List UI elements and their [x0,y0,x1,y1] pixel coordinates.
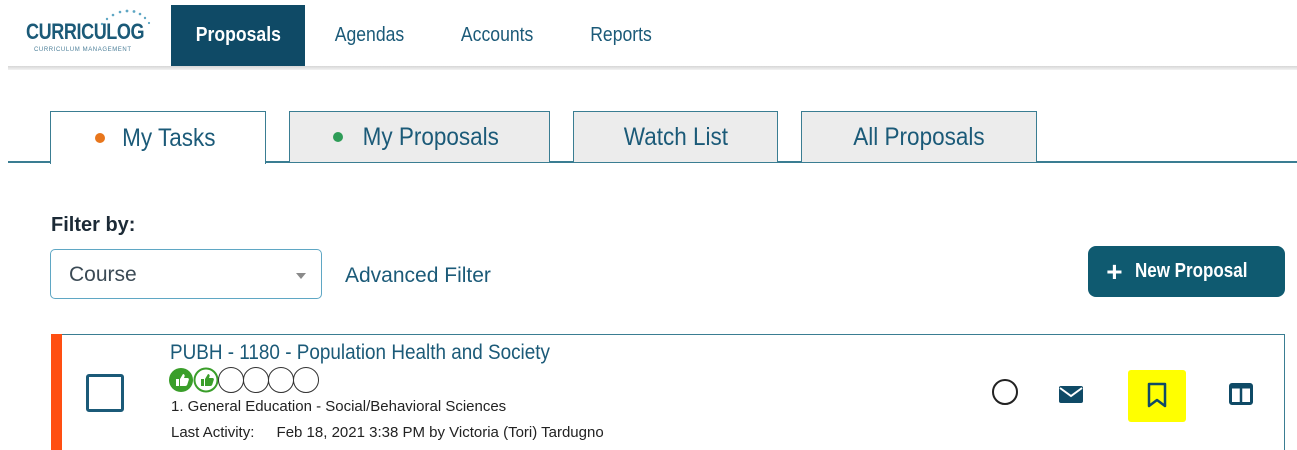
filter-type-value: Course [69,263,137,286]
thumbs-up-icon[interactable] [168,367,194,393]
logo-subtitle: CURRICULUM MANAGEMENT [34,47,132,53]
proposal-status-accent [51,334,62,450]
new-proposal-button[interactable]: + New Proposal [1088,246,1285,297]
tab-all-proposals-label: All Proposals [853,122,985,151]
mail-icon[interactable] [1059,386,1083,403]
empty-circle-icon[interactable] [218,367,244,393]
new-proposal-label: New Proposal [1134,260,1247,282]
nav-accounts-label: Accounts [460,24,534,46]
curriculog-logo[interactable]: CURRICULOG CURRICULUM MANAGEMENT [26,6,151,60]
filter-type-select[interactable]: Course [50,249,322,299]
orange-dot-icon [95,133,106,143]
last-activity: Last Activity: Feb 18, 2021 3:38 PM by V… [171,424,604,441]
empty-circle-icon[interactable] [268,367,294,393]
nav-agendas[interactable]: Agendas [318,5,420,66]
nav-proposals[interactable]: Proposals [171,5,305,66]
status-circle-icon[interactable] [992,379,1018,405]
nav-agendas-label: Agendas [334,24,404,46]
plus-icon: + [1106,255,1123,287]
logo-wordmark: CURRICULOG [26,19,145,44]
approval-steps [168,367,319,393]
columns-icon[interactable] [1229,383,1253,405]
nav-reports-label: Reports [590,24,652,46]
nav-proposals-label: Proposals [195,24,281,46]
thumbs-up-icon[interactable] [193,367,219,393]
last-activity-value: Feb 18, 2021 3:38 PM by Victoria (Tori) … [276,424,604,441]
green-dot-icon [332,132,343,142]
tab-my-tasks[interactable]: My Tasks [50,111,266,164]
tab-all-proposals[interactable]: All Proposals [801,111,1037,162]
tab-my-proposals[interactable]: My Proposals [289,111,550,162]
empty-circle-icon[interactable] [293,367,319,393]
proposal-select-checkbox[interactable] [86,374,124,412]
top-navigation: CURRICULOG CURRICULUM MANAGEMENT Proposa… [0,0,1297,66]
advanced-filter-link[interactable]: Advanced Filter [345,264,491,288]
proposal-title-link[interactable]: PUBH - 1180 - Population Health and Soci… [170,341,592,365]
filter-label: Filter by: [51,214,136,236]
tab-watch-list-label: Watch List [623,122,728,151]
empty-circle-icon[interactable] [243,367,269,393]
tab-watch-list[interactable]: Watch List [573,111,778,162]
nav-divider [8,66,1297,70]
bookmark-icon[interactable] [1146,382,1168,408]
chevron-down-icon [296,273,306,279]
nav-accounts[interactable]: Accounts [443,5,551,66]
tab-my-proposals-label: My Proposals [362,122,499,151]
tab-my-tasks-label: My Tasks [122,123,216,152]
current-step-text: 1. General Education - Social/Behavioral… [171,398,507,415]
last-activity-label: Last Activity: [171,424,255,441]
proposal-title-text: PUBH - 1180 - Population Health and Soci… [170,341,550,364]
nav-reports[interactable]: Reports [575,5,667,66]
